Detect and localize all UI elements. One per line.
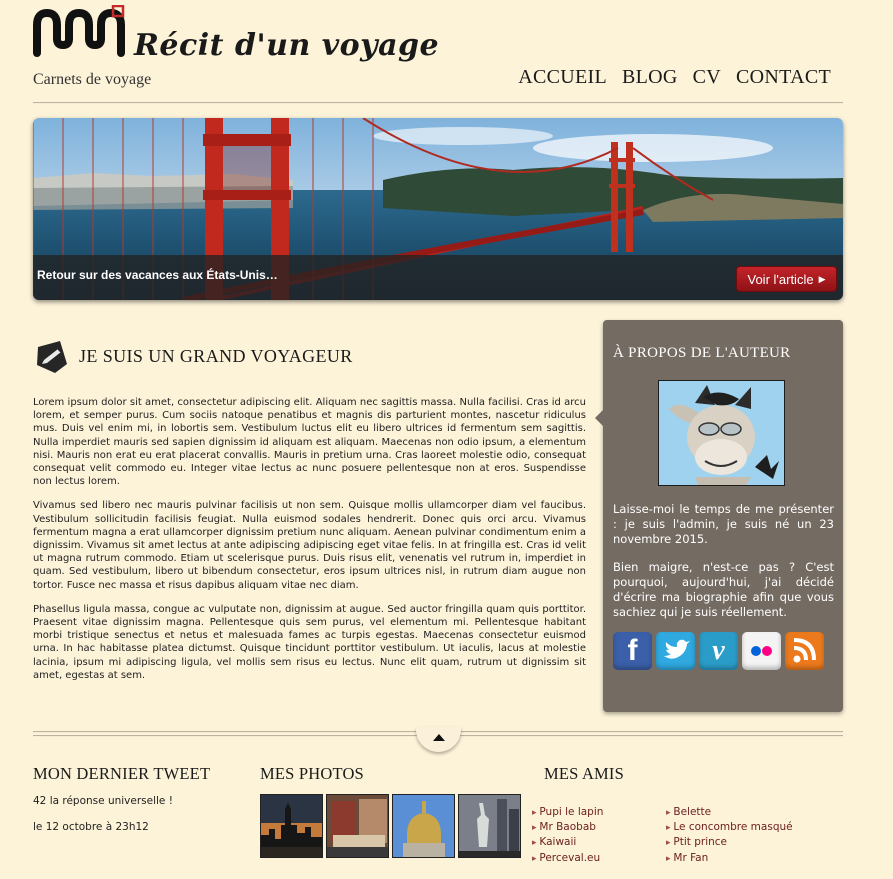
read-article-button[interactable]: Voir l'article ▶: [736, 266, 837, 292]
tweet-title: MON DERNIER TWEET: [33, 764, 211, 783]
article-paragraph: Phasellus ligula massa, congue ac vulput…: [33, 603, 586, 681]
article-body: Lorem ipsum dolor sit amet, consectetur …: [33, 396, 586, 693]
author-bio-1: Laisse-moi le temps de me présenter : je…: [613, 502, 834, 546]
pencil-icon: [37, 341, 67, 373]
street-photo[interactable]: [326, 794, 389, 858]
banner-caption: Retour sur des vacances aux États-Unis…: [37, 268, 278, 282]
vimeo-icon[interactable]: v: [699, 632, 738, 670]
twitter-icon[interactable]: [656, 632, 695, 670]
vimeo-glyph: v: [712, 635, 725, 666]
site-title[interactable]: Récit d'un voyage: [134, 28, 439, 63]
rss-icon[interactable]: [785, 632, 824, 670]
donkey-avatar: [658, 380, 785, 486]
skyline-photo[interactable]: [260, 794, 323, 858]
rss-waves: [793, 638, 816, 663]
author-box-pointer: [595, 410, 603, 426]
featured-banner[interactable]: Retour sur des vacances aux États-Unis… …: [33, 118, 843, 300]
twitter-bird: [664, 639, 690, 659]
flickr-dots: [751, 646, 772, 656]
author-title: À PROPOS DE L'AUTEUR: [613, 345, 791, 361]
friend-link[interactable]: Belette: [666, 805, 793, 820]
flickr-icon[interactable]: [742, 632, 781, 670]
nav-cv[interactable]: CV: [693, 66, 721, 89]
scroll-to-top-button[interactable]: [416, 727, 461, 752]
arrow-up-icon: [433, 734, 445, 741]
main-nav: ACCUEIL BLOG CV CONTACT: [518, 66, 831, 89]
friend-link[interactable]: Pupi le lapin: [532, 805, 603, 820]
site-tagline: Carnets de voyage: [33, 71, 152, 88]
tweet-date: le 12 octobre à 23h12: [33, 821, 149, 833]
friends-list-2: Belette Le concombre masqué Ptit prince …: [666, 805, 793, 866]
nav-blog[interactable]: BLOG: [622, 66, 678, 89]
facebook-icon[interactable]: f: [613, 632, 652, 670]
friend-link[interactable]: Le concombre masqué: [666, 820, 792, 835]
photo-gallery: [260, 794, 521, 858]
play-triangle-icon: ▶: [818, 273, 826, 284]
friend-link[interactable]: Ptit prince: [666, 835, 793, 850]
nav-accueil[interactable]: ACCUEIL: [518, 66, 607, 89]
header-divider: [33, 102, 843, 104]
photos-title: MES PHOTOS: [260, 764, 364, 783]
article-title: JE SUIS UN GRAND VOYAGEUR: [79, 346, 353, 366]
friends-list-1: Pupi le lapin Mr Baobab Kaiwaii Perceval…: [532, 805, 603, 866]
logo-icon[interactable]: [33, 5, 127, 61]
social-links: f v: [613, 632, 824, 670]
tweet-text: 42 la réponse universelle !: [33, 795, 173, 807]
article-paragraph: Lorem ipsum dolor sit amet, consectetur …: [33, 397, 586, 488]
friend-link[interactable]: Mr Fan: [666, 851, 793, 866]
read-article-label: Voir l'article: [747, 271, 814, 287]
friend-link[interactable]: Kaiwaii: [532, 835, 603, 850]
friends-title: MES AMIS: [544, 764, 624, 783]
author-box: À PROPOS DE L'AUTEUR Laisse-moi le temps…: [595, 320, 843, 712]
banner-caption-bar: Retour sur des vacances aux États-Unis… …: [33, 255, 843, 300]
article-paragraph: Vivamus sed libero nec mauris pulvinar f…: [33, 500, 586, 591]
friend-link[interactable]: Mr Baobab: [532, 820, 603, 835]
liberty-photo[interactable]: [458, 794, 521, 858]
dome-photo[interactable]: [392, 794, 455, 858]
nav-contact[interactable]: CONTACT: [736, 66, 831, 89]
friend-link[interactable]: Perceval.eu: [532, 851, 603, 866]
author-bio-2: Bien maigre, n'est-ce pas ? C'est pourqu…: [613, 560, 834, 619]
facebook-glyph: f: [627, 634, 638, 667]
